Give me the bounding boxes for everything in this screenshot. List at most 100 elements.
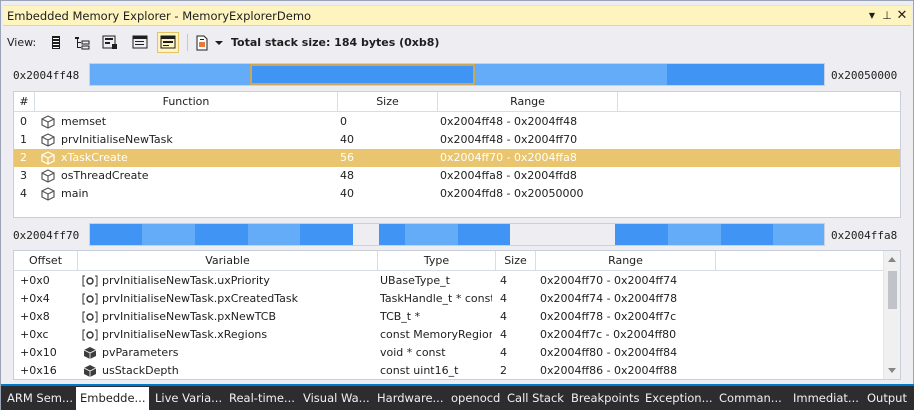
variable-row[interactable]: +0x8 prvInitialiseNewTask.pxNewTCB TCB_t… (14, 308, 884, 326)
var-size: 4 (500, 328, 507, 341)
map-segment-var11[interactable] (721, 224, 773, 245)
scroll-thumb[interactable] (888, 271, 897, 309)
pin-button[interactable]: ⊥ (880, 8, 894, 23)
var-size: 4 (500, 346, 507, 359)
function-row[interactable]: 3 osThreadCreate 48 0x2004ffa8 - 0x2004f… (14, 167, 900, 185)
variable-row[interactable]: +0x0 prvInitialiseNewTask.uxPriority UBa… (14, 272, 884, 290)
col-variable[interactable]: Variable (78, 251, 378, 271)
toolbar-separator (187, 34, 188, 51)
tab-command-window[interactable]: Comman... (715, 387, 789, 410)
col-index[interactable]: # (14, 92, 35, 112)
variable-table-scrollbar[interactable] (883, 251, 900, 379)
tab-exception-settings[interactable]: Exception... (641, 387, 715, 410)
tab-real-time-watch[interactable]: Real-time... (225, 387, 299, 410)
close-button[interactable]: ✕ (895, 8, 909, 23)
row-index: 4 (20, 187, 27, 200)
variable-row[interactable]: +0xc prvInitialiseNewTask.xRegions const… (14, 326, 884, 344)
tab-breakpoints[interactable]: Breakpoints (567, 387, 641, 410)
var-name: prvInitialiseNewTask.xRegions (102, 328, 268, 341)
map-segment-usstackdepth[interactable] (379, 224, 405, 245)
map-segment-var10[interactable] (668, 224, 721, 245)
col-offset[interactable]: Offset (14, 251, 78, 271)
variable-icon (83, 365, 97, 377)
var-range: 0x2004ff86 - 0x2004ff88 (540, 364, 678, 377)
export-dropdown-arrow[interactable] (215, 41, 223, 45)
col-type[interactable]: Type (378, 251, 496, 271)
map-segment-var9[interactable] (615, 224, 668, 245)
var-offset: +0x8 (20, 310, 50, 323)
function-icon (41, 133, 55, 147)
tab-embedded-memory-explorer[interactable]: Embedde... (76, 387, 149, 410)
tab-output[interactable]: Output (863, 387, 913, 410)
function-size: 40 (340, 133, 354, 146)
col-size[interactable]: Size (338, 92, 438, 112)
map-segment-var8[interactable] (458, 224, 510, 245)
map-segment-osthreadcreate[interactable] (475, 64, 667, 85)
var-name: usStackDepth (102, 364, 179, 377)
function-table: # Function Size Range 0 memset 0 0x2004f… (13, 91, 901, 218)
window-menu-button[interactable]: ▼ (865, 8, 879, 23)
col-range[interactable]: Range (438, 92, 618, 112)
var-offset: +0x0 (20, 274, 50, 287)
scroll-up-arrow[interactable] (888, 257, 896, 262)
function-range: 0x2004ffd8 - 0x20050000 (440, 187, 584, 200)
var-range: 0x2004ff7c - 0x2004ff80 (540, 328, 677, 341)
map-segment-main[interactable] (667, 64, 824, 85)
toolbar: View: Total stack size: 184 bytes (0xb8) (3, 29, 911, 55)
list-details-icon[interactable] (129, 32, 151, 53)
variable-row[interactable]: +0x4 prvInitialiseNewTask.pxCreatedTask … (14, 290, 884, 308)
variable-row[interactable]: +0x16 usStackDepth const uint16_t 2 0x20… (14, 362, 884, 379)
var-offset: +0x16 (20, 364, 57, 377)
tree-view-icon[interactable] (71, 32, 93, 53)
function-size: 48 (340, 169, 354, 182)
variable-row[interactable]: +0x10 pvParameters void * const 4 0x2004… (14, 344, 884, 362)
var-offset: +0xc (20, 328, 49, 341)
map-segment-xtaskcreate[interactable] (250, 64, 475, 85)
function-row-selected[interactable]: 2 xTaskCreate 56 0x2004ff70 - 0x2004ffa8 (14, 149, 900, 167)
scroll-down-arrow[interactable] (888, 368, 896, 373)
window-title: Embedded Memory Explorer - MemoryExplore… (7, 9, 312, 23)
tab-immediate-window[interactable]: Immediat... (789, 387, 861, 410)
col-function[interactable]: Function (35, 92, 338, 112)
var-range: 0x2004ff80 - 0x2004ff84 (540, 346, 678, 359)
tab-hardware-registers[interactable]: Hardware... (373, 387, 447, 410)
function-row[interactable]: 4 main 40 0x2004ffd8 - 0x20050000 (14, 185, 900, 203)
map-segment-uxpriority[interactable] (90, 224, 142, 245)
stack-frame-icon[interactable] (157, 32, 179, 53)
tab-openocd[interactable]: openocd (447, 387, 503, 410)
tab-arm-semihosting[interactable]: ARM Sem... (3, 387, 75, 410)
function-name: main (61, 187, 89, 200)
map-end-address: 0x20050000 (831, 69, 898, 82)
var-range: 0x2004ff78 - 0x2004ff7c (540, 310, 677, 323)
map-segment-pxcreatedtask[interactable] (142, 224, 195, 245)
map-segment-var12[interactable] (773, 224, 824, 245)
map-segment-xregions[interactable] (248, 224, 300, 245)
tab-live-variables[interactable]: Live Varia... (151, 387, 225, 410)
map-segment-pvparameters[interactable] (300, 224, 353, 245)
stack-view-icon[interactable] (45, 32, 67, 53)
export-icon[interactable] (191, 32, 213, 53)
memory-map-icon[interactable] (99, 32, 121, 53)
tab-call-stack[interactable]: Call Stack (503, 387, 567, 410)
col-var-size[interactable]: Size (496, 251, 536, 271)
view-label: View: (7, 36, 37, 49)
title-bar[interactable]: Embedded Memory Explorer - MemoryExplore… (3, 5, 911, 26)
map-segment-prvinitialisenewtask[interactable] (90, 64, 250, 85)
var-name: prvInitialiseNewTask.pxCreatedTask (102, 292, 299, 305)
function-row[interactable]: 1 prvInitialiseNewTask 40 0x2004ff48 - 0… (14, 131, 900, 149)
var-range: 0x2004ff74 - 0x2004ff78 (540, 292, 678, 305)
variable-icon (83, 347, 97, 359)
function-name: memset (61, 115, 107, 128)
var-type: void * const (380, 346, 446, 359)
map-segment-pxnewtcb[interactable] (195, 224, 248, 245)
function-name: osThreadCreate (61, 169, 149, 182)
map-segment-var7[interactable] (405, 224, 458, 245)
function-range: 0x2004ff48 - 0x2004ff48 (440, 115, 578, 128)
col-var-range[interactable]: Range (536, 251, 716, 271)
var-size: 4 (500, 274, 507, 287)
function-range: 0x2004ffa8 - 0x2004ffd8 (440, 169, 577, 182)
var-size: 4 (500, 310, 507, 323)
tab-visual-watch[interactable]: Visual Wa... (299, 387, 372, 410)
function-row[interactable]: 0 memset 0 0x2004ff48 - 0x2004ff48 (14, 113, 900, 131)
stack-memory-map (89, 63, 825, 86)
